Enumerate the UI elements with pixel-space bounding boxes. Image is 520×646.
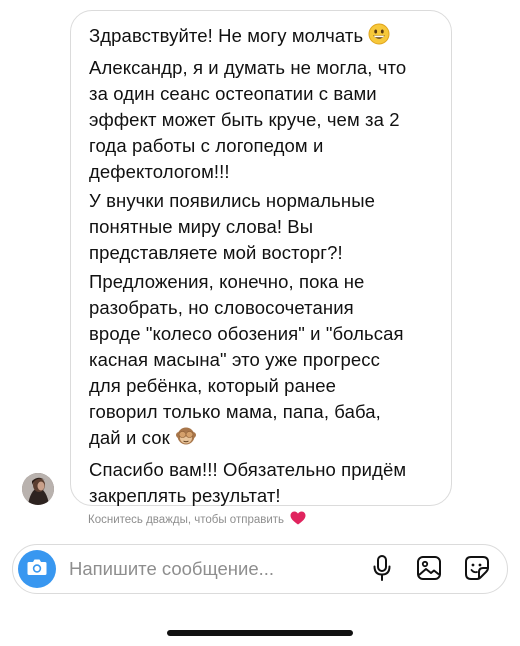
gallery-button[interactable] xyxy=(415,555,443,586)
grinning-face-emoji-icon xyxy=(368,23,390,52)
message-text-1: Здравствуйте! Не могу молчать xyxy=(89,25,364,46)
message-paragraph-4: Предложения, конечно, пока не разобрать,… xyxy=(89,269,437,454)
gallery-icon xyxy=(416,555,442,586)
message-input[interactable] xyxy=(69,557,329,581)
camera-icon xyxy=(26,557,48,582)
hint-text: Коснитесь дважды, чтобы отправить xyxy=(88,513,285,526)
message-bubble[interactable]: Здравствуйте! Не могу молчать Александр,… xyxy=(70,10,452,506)
red-heart-icon xyxy=(290,511,306,528)
see-no-evil-monkey-emoji-icon xyxy=(175,425,197,454)
microphone-icon xyxy=(371,554,393,587)
message-composer xyxy=(12,544,508,594)
sticker-icon xyxy=(464,555,490,586)
message-paragraph-5: Спасибо вам!!! Обязательно придём закреп… xyxy=(89,459,407,506)
message-text-4: Предложения, конечно, пока не разобрать,… xyxy=(89,271,404,448)
avatar[interactable] xyxy=(22,473,54,505)
home-indicator[interactable] xyxy=(167,630,353,636)
avatar-photo-icon xyxy=(22,473,54,505)
microphone-button[interactable] xyxy=(368,554,396,587)
camera-button[interactable] xyxy=(18,550,56,588)
sticker-button[interactable] xyxy=(463,555,491,586)
double-tap-hint: Коснитесь дважды, чтобы отправить xyxy=(88,511,306,528)
message-paragraph-1: Здравствуйте! Не могу молчать xyxy=(89,23,437,52)
message-paragraph-2: Александр, я и думать не могла, что за о… xyxy=(89,57,407,182)
dm-screen: Здравствуйте! Не могу молчать Александр,… xyxy=(0,0,520,646)
message-paragraph-3: У внучки появились нормальные понятные м… xyxy=(89,190,375,263)
